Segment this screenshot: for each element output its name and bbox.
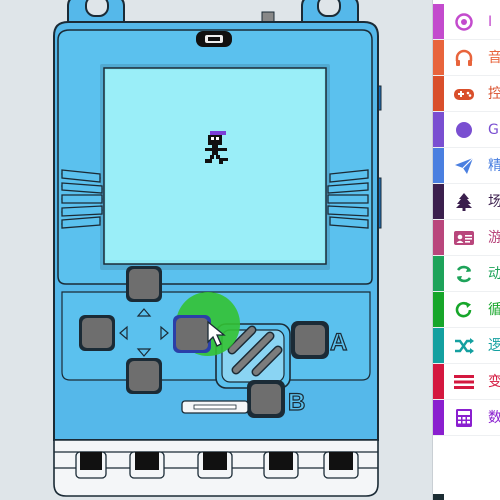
block-toolbox: I 音 控 G 精 场 bbox=[432, 0, 500, 500]
right-grille bbox=[327, 169, 369, 229]
circle-icon bbox=[453, 119, 475, 141]
category-label: 逻 bbox=[488, 337, 500, 355]
id-card-icon bbox=[453, 227, 475, 249]
headphones-icon bbox=[453, 47, 475, 69]
category-logic[interactable]: 逻 bbox=[433, 328, 500, 364]
left-grille bbox=[61, 169, 103, 229]
category-animation[interactable]: 动 bbox=[433, 256, 500, 292]
category-label: 数 bbox=[488, 409, 500, 427]
category-label: 音 bbox=[488, 49, 500, 67]
game-simulator[interactable]: A B bbox=[0, 0, 432, 500]
category-info[interactable]: 游 bbox=[433, 220, 500, 256]
category-label: G bbox=[488, 122, 499, 138]
circle-dot-icon bbox=[453, 11, 475, 33]
list-icon bbox=[453, 371, 475, 393]
category-input[interactable]: I bbox=[433, 4, 500, 40]
dpad-up-button[interactable] bbox=[126, 266, 162, 302]
category-math[interactable]: 数 bbox=[433, 400, 500, 436]
a-button[interactable] bbox=[291, 321, 329, 359]
paper-plane-icon bbox=[453, 155, 475, 177]
category-loops[interactable]: 循 bbox=[433, 292, 500, 328]
dpad-down-button[interactable] bbox=[126, 358, 162, 394]
b-button-label: B bbox=[288, 389, 305, 416]
console-graphic: A B bbox=[53, 0, 382, 497]
a-button-label: A bbox=[330, 329, 347, 356]
gamepad-icon bbox=[453, 83, 475, 105]
sync-icon bbox=[453, 263, 475, 285]
category-music[interactable]: 音 bbox=[433, 40, 500, 76]
category-sprites[interactable]: 精 bbox=[433, 148, 500, 184]
toolbox-bottom-edge bbox=[433, 494, 444, 500]
calculator-icon bbox=[453, 407, 475, 429]
dpad-right-button[interactable] bbox=[173, 315, 211, 353]
category-label: 变 bbox=[488, 373, 500, 391]
category-game[interactable]: G bbox=[433, 112, 500, 148]
tree-icon bbox=[453, 191, 475, 213]
category-label: 循 bbox=[488, 301, 500, 319]
dpad-left-button[interactable] bbox=[79, 315, 115, 351]
b-button[interactable] bbox=[247, 380, 285, 418]
category-variables[interactable]: 变 bbox=[433, 364, 500, 400]
redo-icon bbox=[453, 299, 475, 321]
category-controller[interactable]: 控 bbox=[433, 76, 500, 112]
category-label: 游 bbox=[488, 229, 500, 247]
category-label: 控 bbox=[488, 85, 500, 103]
category-label: 动 bbox=[488, 265, 500, 283]
category-scene[interactable]: 场 bbox=[433, 184, 500, 220]
category-label: 场 bbox=[488, 193, 500, 211]
category-label: 精 bbox=[488, 157, 500, 175]
category-label: I bbox=[488, 14, 493, 30]
shuffle-icon bbox=[453, 335, 475, 357]
